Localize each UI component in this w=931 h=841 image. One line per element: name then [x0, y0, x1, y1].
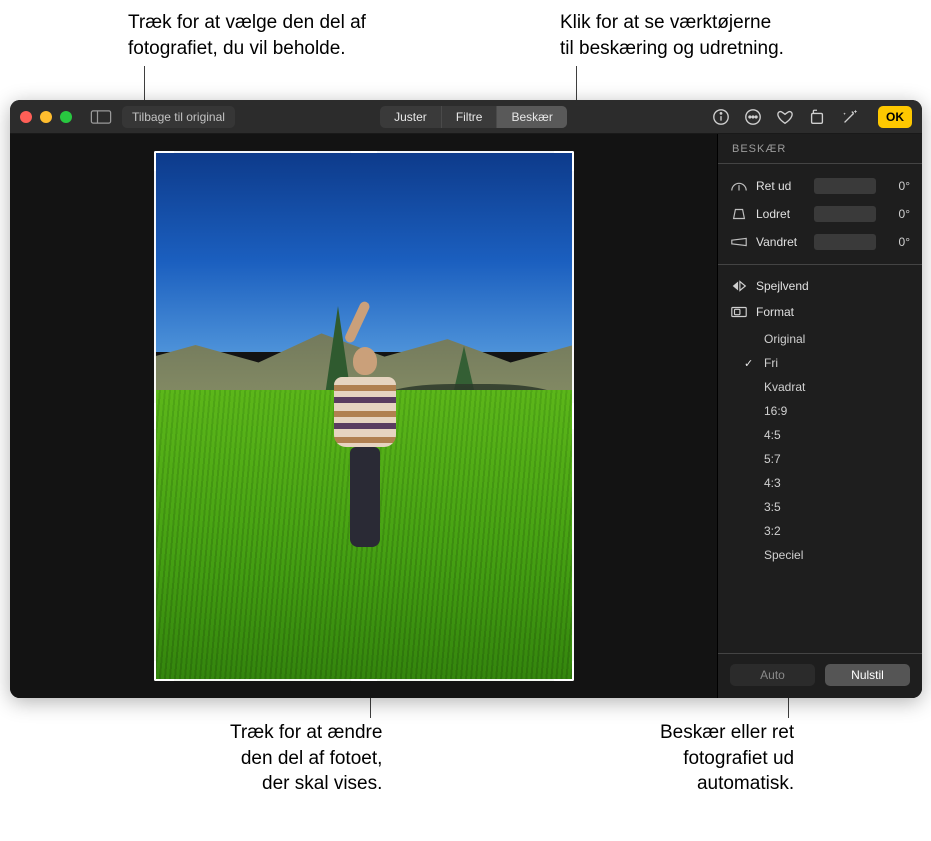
zoom-window-button[interactable]	[60, 111, 72, 123]
flip-label: Spejlvend	[756, 279, 809, 293]
revert-to-original-button[interactable]: Tilbage til original	[122, 106, 235, 128]
aspect-option-label: Speciel	[764, 548, 803, 562]
aspect-option[interactable]: ✓4:3	[730, 471, 910, 495]
straighten-value: 0°	[884, 179, 910, 193]
titlebar: Tilbage til original Juster Filtre Beskæ…	[10, 100, 922, 134]
crop-panel: BESKÆR Ret ud 0°	[717, 134, 922, 698]
callout-crop-tools: Klik for at se værktøjerne til beskæring…	[560, 10, 784, 61]
vertical-perspective-icon	[730, 207, 748, 221]
aspect-ratio-list: ✓Original✓Fri✓Kvadrat✓16:9✓4:5✓5:7✓4:3✓3…	[730, 327, 910, 567]
reset-crop-button[interactable]: Nulstil	[825, 664, 910, 686]
aspect-option-label: 4:3	[764, 476, 781, 490]
auto-enhance-wand-icon[interactable]	[840, 107, 860, 127]
horizontal-perspective-icon	[730, 235, 748, 249]
aspect-option-label: 3:2	[764, 524, 781, 538]
flip-horizontal-icon	[730, 279, 748, 293]
aspect-option-label: 3:5	[764, 500, 781, 514]
horizontal-slider-row: Vandret 0°	[730, 228, 910, 256]
vertical-slider-row: Lodret 0°	[730, 200, 910, 228]
aspect-option[interactable]: ✓Speciel	[730, 543, 910, 567]
app-window: Tilbage til original Juster Filtre Beskæ…	[10, 100, 922, 698]
edit-mode-tabs: Juster Filtre Beskær	[380, 106, 567, 128]
callout-resize-drag: Træk for at ændre den del af fotoet, der…	[230, 720, 382, 797]
tab-adjust[interactable]: Juster	[380, 106, 441, 128]
straighten-dial-icon	[730, 179, 748, 193]
aspect-option[interactable]: ✓3:5	[730, 495, 910, 519]
photo-preview	[154, 151, 574, 681]
aspect-option[interactable]: ✓16:9	[730, 399, 910, 423]
aspect-option-label: Fri	[764, 356, 778, 370]
vertical-value: 0°	[884, 207, 910, 221]
straighten-slider[interactable]	[814, 178, 876, 194]
favorite-heart-icon[interactable]	[776, 108, 794, 126]
aspect-option-label: 5:7	[764, 452, 781, 466]
straighten-label: Ret ud	[756, 179, 806, 193]
info-icon[interactable]	[712, 108, 730, 126]
close-window-button[interactable]	[20, 111, 32, 123]
aspect-option-label: Kvadrat	[764, 380, 805, 394]
vertical-label: Lodret	[756, 207, 806, 221]
window-controls	[20, 111, 72, 123]
done-button[interactable]: OK	[878, 106, 912, 128]
aspect-option[interactable]: ✓ Fri	[730, 351, 910, 375]
aspect-option-label: Original	[764, 332, 805, 346]
aspect-option[interactable]: ✓3:2	[730, 519, 910, 543]
aspect-option[interactable]: ✓5:7	[730, 447, 910, 471]
flip-action[interactable]: Spejlvend	[730, 273, 910, 299]
vertical-slider[interactable]	[814, 206, 876, 222]
aspect-option[interactable]: ✓4:5	[730, 423, 910, 447]
panel-footer: Auto Nulstil	[718, 653, 922, 698]
auto-crop-button[interactable]: Auto	[730, 664, 815, 686]
panel-header: BESKÆR	[718, 134, 922, 164]
photo-canvas[interactable]	[10, 134, 717, 698]
tab-crop[interactable]: Beskær	[496, 106, 566, 128]
aspect-option-label: 4:5	[764, 428, 781, 442]
straighten-slider-row: Ret ud 0°	[730, 172, 910, 200]
horizontal-label: Vandret	[756, 235, 806, 249]
toolbar-actions: OK	[712, 106, 912, 128]
horizontal-slider[interactable]	[814, 234, 876, 250]
tab-filters[interactable]: Filtre	[441, 106, 497, 128]
horizontal-value: 0°	[884, 235, 910, 249]
aspect-option[interactable]: ✓Original	[730, 327, 910, 351]
minimize-window-button[interactable]	[40, 111, 52, 123]
aspect-ratio-icon	[730, 305, 748, 319]
editor-body: BESKÆR Ret ud 0°	[10, 134, 922, 698]
sidebar-toggle-icon[interactable]	[90, 110, 112, 124]
aspect-option[interactable]: ✓Kvadrat	[730, 375, 910, 399]
more-icon[interactable]	[744, 108, 762, 126]
callout-crop-drag: Træk for at vælge den del af fotografiet…	[128, 10, 366, 61]
aspect-header-label: Format	[756, 305, 794, 319]
rotate-icon[interactable]	[808, 108, 826, 126]
aspect-action-header[interactable]: Format	[730, 299, 910, 325]
checkmark-icon: ✓	[744, 357, 758, 370]
callout-auto: Beskær eller ret fotografiet ud automati…	[660, 720, 794, 797]
aspect-option-label: 16:9	[764, 404, 787, 418]
